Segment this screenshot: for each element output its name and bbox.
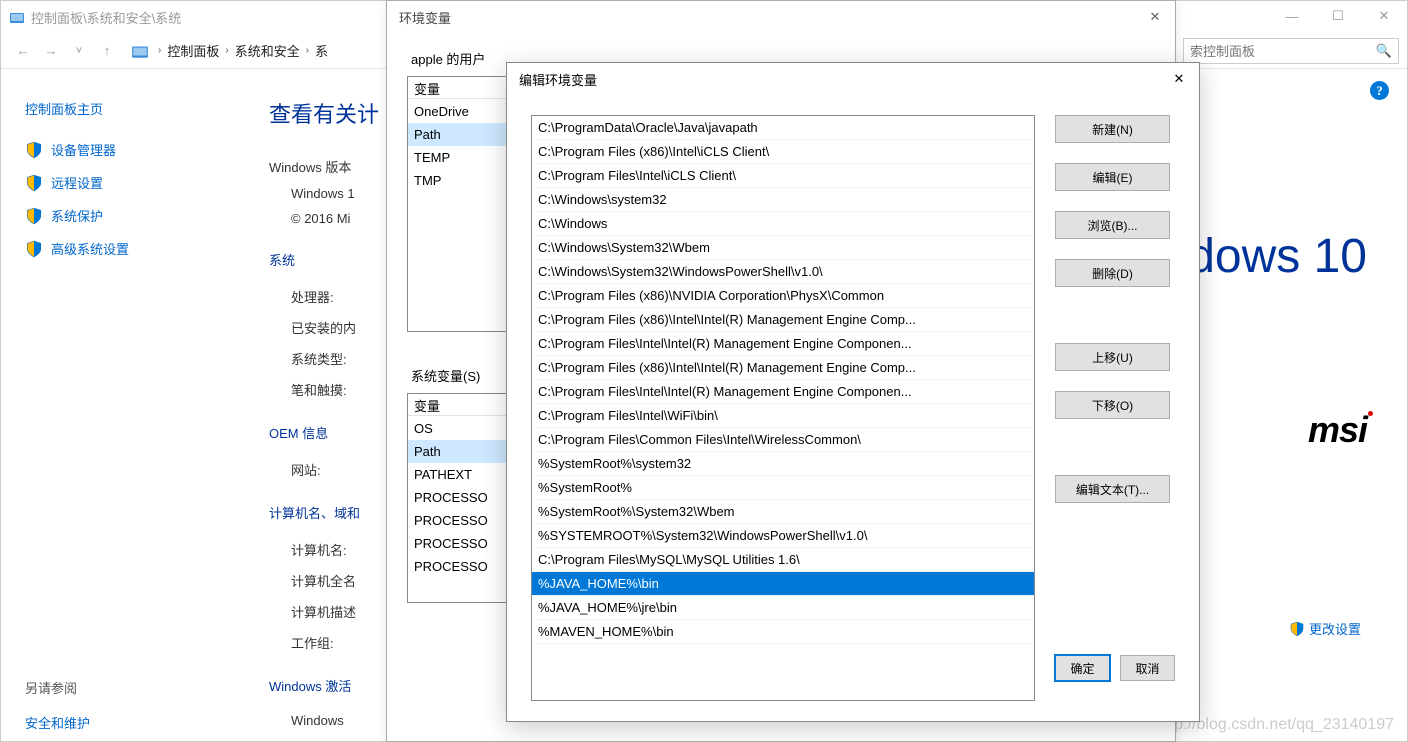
close-icon[interactable]: ✕ bbox=[1135, 3, 1175, 31]
msi-brand: msi bbox=[1308, 409, 1367, 451]
sidebar-item-label: 设备管理器 bbox=[51, 140, 116, 159]
shield-icon bbox=[25, 240, 43, 258]
path-entry[interactable]: %SystemRoot% bbox=[532, 476, 1034, 500]
path-entry[interactable]: C:\Windows\system32 bbox=[532, 188, 1034, 212]
path-entry[interactable]: C:\ProgramData\Oracle\Java\javapath bbox=[532, 116, 1034, 140]
close-icon[interactable]: ✕ bbox=[1163, 65, 1195, 93]
edit-env-dialog: 编辑环境变量 ✕ C:\ProgramData\Oracle\Java\java… bbox=[506, 62, 1200, 722]
search-placeholder: 索控制面板 bbox=[1190, 41, 1255, 60]
path-entry[interactable]: C:\Program Files\Common Files\Intel\Wire… bbox=[532, 428, 1034, 452]
cancel-button[interactable]: 取消 bbox=[1120, 655, 1175, 681]
chevron-right-icon[interactable]: › bbox=[303, 45, 312, 56]
sidebar-item-remote[interactable]: 远程设置 bbox=[25, 173, 225, 192]
maximize-button[interactable]: ☐ bbox=[1315, 1, 1361, 31]
path-entry[interactable]: C:\Windows bbox=[532, 212, 1034, 236]
path-entry[interactable]: C:\Windows\System32\Wbem bbox=[532, 236, 1034, 260]
help-icon[interactable]: ? bbox=[1370, 81, 1389, 100]
ok-button[interactable]: 确定 bbox=[1055, 655, 1110, 681]
change-label: 更改设置 bbox=[1309, 619, 1361, 638]
env-dialog-title: 环境变量 bbox=[399, 8, 451, 27]
edit-dialog-titlebar: 编辑环境变量 ✕ bbox=[507, 63, 1199, 95]
path-entry[interactable]: %JAVA_HOME%\jre\bin bbox=[532, 596, 1034, 620]
move-up-button[interactable]: 上移(U) bbox=[1055, 343, 1170, 371]
main-window-controls: — ☐ ✕ bbox=[1269, 1, 1407, 31]
path-entry[interactable]: C:\Program Files\Intel\Intel(R) Manageme… bbox=[532, 332, 1034, 356]
path-entry[interactable]: C:\Program Files\Intel\WiFi\bin\ bbox=[532, 404, 1034, 428]
edit-button[interactable]: 编辑(E) bbox=[1055, 163, 1170, 191]
chevron-right-icon[interactable]: › bbox=[222, 45, 231, 56]
sidebar-item-device-manager[interactable]: 设备管理器 bbox=[25, 140, 225, 159]
path-entry[interactable]: C:\Program Files (x86)\NVIDIA Corporatio… bbox=[532, 284, 1034, 308]
windows10-brand: dows 10 bbox=[1188, 229, 1367, 284]
sidebar-item-protection[interactable]: 系统保护 bbox=[25, 206, 225, 225]
browse-button[interactable]: 浏览(B)... bbox=[1055, 211, 1170, 239]
shield-icon bbox=[25, 141, 43, 159]
delete-button[interactable]: 删除(D) bbox=[1055, 259, 1170, 287]
breadcrumb-seg[interactable]: 控制面板 bbox=[164, 41, 222, 60]
search-input[interactable]: 索控制面板 🔍 bbox=[1183, 38, 1399, 64]
seealso-link[interactable]: 安全和维护 bbox=[25, 713, 225, 732]
path-entry[interactable]: %SYSTEMROOT%\System32\WindowsPowerShell\… bbox=[532, 524, 1034, 548]
breadcrumb-seg[interactable]: 系 bbox=[312, 41, 331, 60]
path-entry[interactable]: C:\Program Files\MySQL\MySQL Utilities 1… bbox=[532, 548, 1034, 572]
sidebar-item-label: 高级系统设置 bbox=[51, 239, 129, 258]
recent-arrow-icon[interactable]: ˅ bbox=[65, 37, 93, 65]
main-title-text: 控制面板\系统和安全\系统 bbox=[31, 8, 181, 27]
path-entries-list[interactable]: C:\ProgramData\Oracle\Java\javapathC:\Pr… bbox=[531, 115, 1035, 701]
path-entry[interactable]: %SystemRoot%\System32\Wbem bbox=[532, 500, 1034, 524]
edit-text-button[interactable]: 编辑文本(T)... bbox=[1055, 475, 1170, 503]
path-entry[interactable]: C:\Program Files (x86)\Intel\Intel(R) Ma… bbox=[532, 308, 1034, 332]
path-entry[interactable]: C:\Windows\System32\WindowsPowerShell\v1… bbox=[532, 260, 1034, 284]
path-entry[interactable]: C:\Program Files\Intel\Intel(R) Manageme… bbox=[532, 380, 1034, 404]
chevron-right-icon[interactable]: › bbox=[155, 45, 164, 56]
change-settings-link[interactable]: 更改设置 bbox=[1289, 619, 1361, 638]
breadcrumb-seg[interactable]: 系统和安全 bbox=[232, 41, 303, 60]
path-entry[interactable]: %SystemRoot%\system32 bbox=[532, 452, 1034, 476]
path-entry[interactable]: C:\Program Files\Intel\iCLS Client\ bbox=[532, 164, 1034, 188]
path-entry[interactable]: C:\Program Files (x86)\Intel\iCLS Client… bbox=[532, 140, 1034, 164]
sidebar-item-label: 远程设置 bbox=[51, 173, 103, 192]
system-icon bbox=[9, 9, 25, 25]
sidebar-home-link[interactable]: 控制面板主页 bbox=[25, 99, 225, 118]
sidebar-item-advanced[interactable]: 高级系统设置 bbox=[25, 239, 225, 258]
shield-icon bbox=[1289, 621, 1305, 637]
env-dialog-titlebar: 环境变量 ✕ bbox=[387, 1, 1175, 33]
path-entry[interactable]: %MAVEN_HOME%\bin bbox=[532, 620, 1034, 644]
sidebar-item-label: 系统保护 bbox=[51, 206, 103, 225]
edit-dialog-title: 编辑环境变量 bbox=[519, 70, 597, 89]
path-entry[interactable]: C:\Program Files (x86)\Intel\Intel(R) Ma… bbox=[532, 356, 1034, 380]
close-button[interactable]: ✕ bbox=[1361, 1, 1407, 31]
move-down-button[interactable]: 下移(O) bbox=[1055, 391, 1170, 419]
minimize-button[interactable]: — bbox=[1269, 1, 1315, 31]
new-button[interactable]: 新建(N) bbox=[1055, 115, 1170, 143]
path-entry[interactable]: %JAVA_HOME%\bin bbox=[532, 572, 1034, 596]
seealso-heading: 另请参阅 bbox=[25, 678, 225, 697]
search-icon: 🔍 bbox=[1376, 43, 1392, 59]
shield-icon bbox=[25, 207, 43, 225]
back-arrow-icon[interactable]: ← bbox=[9, 37, 37, 65]
forward-arrow-icon[interactable]: → bbox=[37, 37, 65, 65]
edit-dialog-buttons: 新建(N) 编辑(E) 浏览(B)... 删除(D) 上移(U) 下移(O) 编… bbox=[1055, 115, 1175, 701]
shield-icon bbox=[25, 174, 43, 192]
system-icon bbox=[131, 42, 149, 60]
up-arrow-icon[interactable]: ↑ bbox=[93, 37, 121, 65]
sidebar: 控制面板主页 设备管理器 远程设置 系统保护 高级系统设置 另请参阅 安全和维护 bbox=[1, 69, 249, 741]
